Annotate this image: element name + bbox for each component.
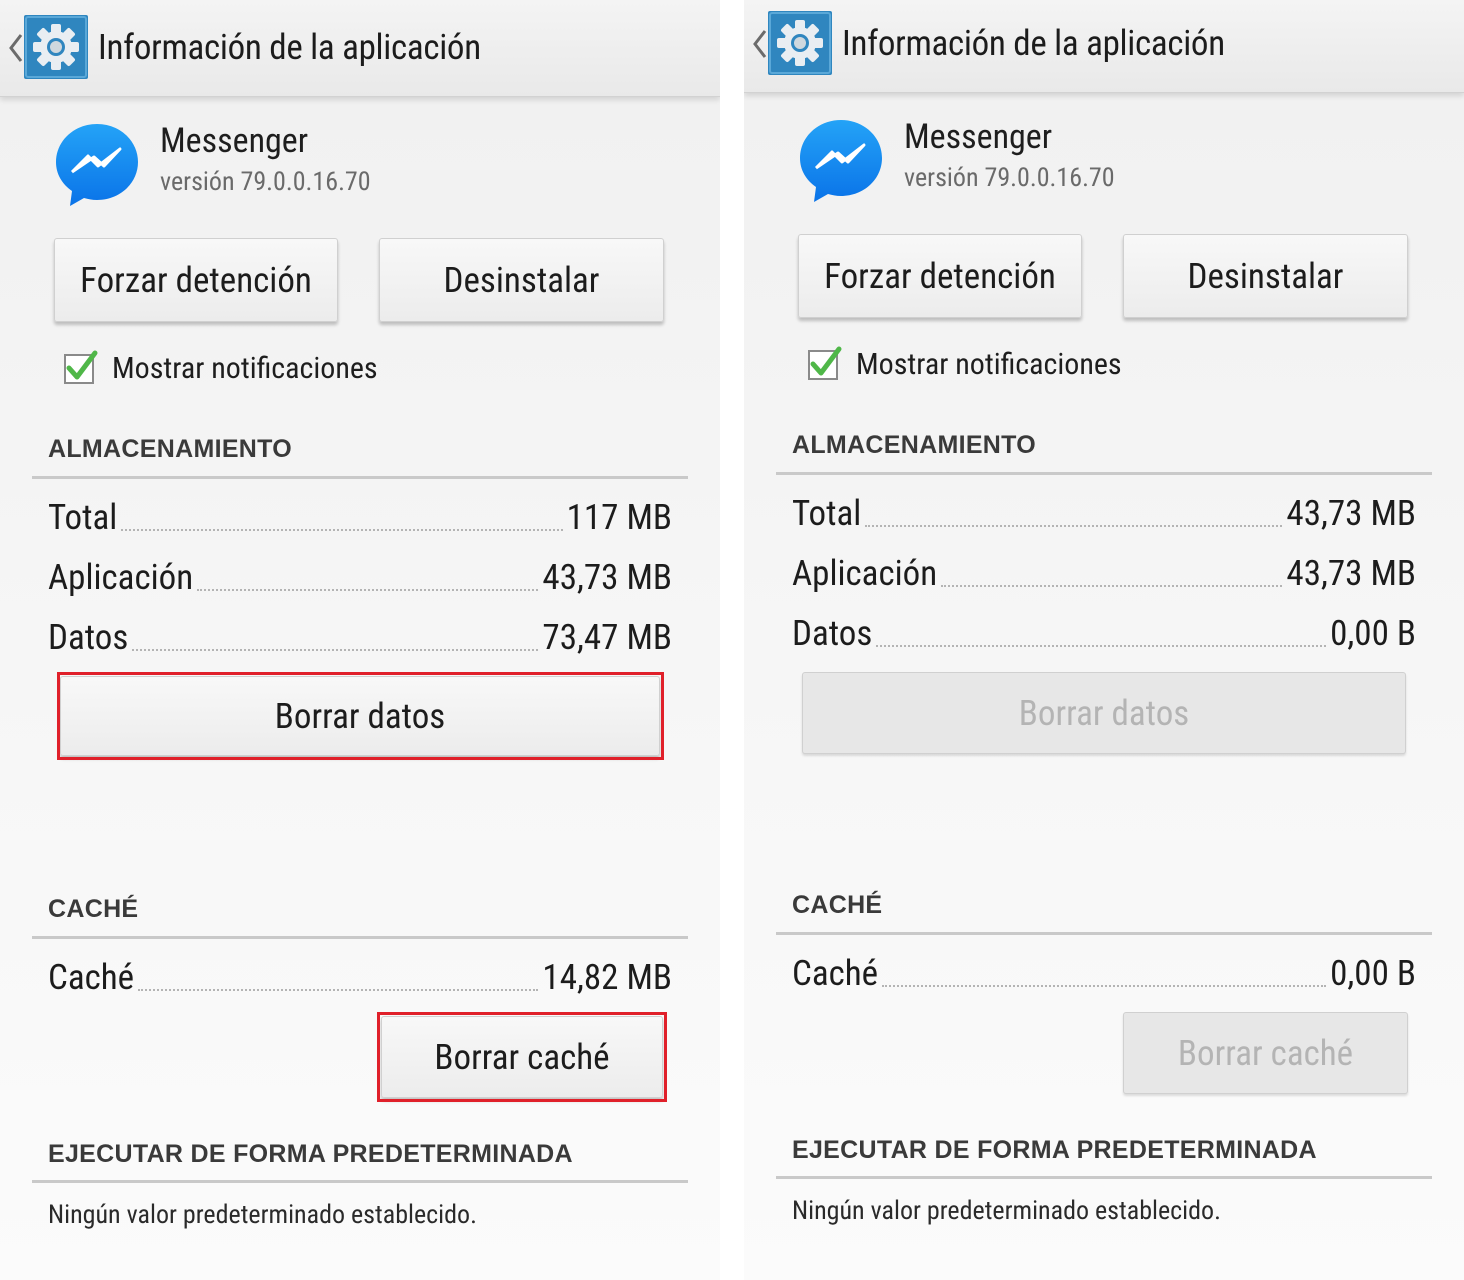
- row-label: Caché: [792, 953, 879, 994]
- clear-data-button[interactable]: Borrar datos: [802, 672, 1406, 754]
- row-label: Aplicación: [792, 553, 938, 594]
- highlight-frame: [377, 1012, 667, 1102]
- storage-divider: [32, 476, 688, 479]
- row-label: Datos: [48, 617, 129, 658]
- defaults-text: Ningún valor predeterminado establecido.: [48, 1200, 477, 1230]
- dotted-leader: [132, 649, 539, 651]
- cache-divider: [32, 936, 688, 939]
- storage-row-total: Total 117 MB: [48, 498, 672, 538]
- row-label: Caché: [48, 957, 135, 998]
- storage-row-data: Datos 73,47 MB: [48, 618, 672, 658]
- uninstall-button[interactable]: Desinstalar: [379, 238, 664, 322]
- row-value: 43,73 MB: [1286, 493, 1416, 534]
- cache-row: Caché 0,00 B: [792, 954, 1416, 994]
- dotted-leader: [941, 585, 1283, 587]
- row-label: Total: [48, 497, 118, 538]
- row-value: 117 MB: [566, 497, 672, 538]
- dotted-leader: [197, 589, 539, 591]
- row-value: 73,47 MB: [542, 617, 672, 658]
- row-label: Total: [792, 493, 862, 534]
- screen-after: Información de la aplicación Messenger v…: [744, 0, 1464, 1280]
- dotted-leader: [121, 529, 563, 531]
- highlight-frame: [57, 672, 664, 760]
- notifications-label: Mostrar notificaciones: [856, 347, 1122, 382]
- cache-row: Caché 14,82 MB: [48, 958, 672, 998]
- cache-divider: [776, 932, 1432, 935]
- storage-row-app: Aplicación 43,73 MB: [48, 558, 672, 598]
- storage-divider: [776, 472, 1432, 475]
- storage-header: ALMACENAMIENTO: [48, 435, 293, 463]
- storage-header: ALMACENAMIENTO: [792, 431, 1037, 459]
- uninstall-button[interactable]: Desinstalar: [1123, 234, 1408, 318]
- messenger-icon: [56, 124, 138, 206]
- defaults-text: Ningún valor predeterminado establecido.: [792, 1196, 1221, 1226]
- chevron-left-icon[interactable]: [750, 27, 770, 61]
- action-bar-title: Información de la aplicación: [842, 23, 1225, 64]
- row-value: 14,82 MB: [542, 957, 672, 998]
- notifications-checkbox[interactable]: [64, 350, 98, 384]
- cache-header: CACHÉ: [792, 891, 883, 919]
- defaults-divider: [776, 1176, 1432, 1179]
- force-stop-button[interactable]: Forzar detención: [54, 238, 338, 322]
- clear-cache-button[interactable]: Borrar caché: [1123, 1012, 1408, 1094]
- dotted-leader: [876, 645, 1327, 647]
- row-value: 0,00 B: [1330, 953, 1416, 994]
- app-name: Messenger: [904, 117, 1053, 157]
- dotted-leader: [865, 525, 1283, 527]
- row-value: 0,00 B: [1330, 613, 1416, 654]
- screen-before: Información de la aplicación Messenger v…: [0, 0, 720, 1280]
- row-value: 43,73 MB: [542, 557, 672, 598]
- dotted-leader: [882, 985, 1327, 987]
- app-name: Messenger: [160, 121, 309, 161]
- notifications-label: Mostrar notificaciones: [112, 351, 378, 386]
- storage-row-data: Datos 0,00 B: [792, 614, 1416, 654]
- row-value: 43,73 MB: [1286, 553, 1416, 594]
- dotted-leader: [138, 989, 539, 991]
- row-label: Aplicación: [48, 557, 194, 598]
- row-label: Datos: [792, 613, 873, 654]
- storage-row-total: Total 43,73 MB: [792, 494, 1416, 534]
- action-bar-title: Información de la aplicación: [98, 27, 481, 68]
- force-stop-button[interactable]: Forzar detención: [798, 234, 1082, 318]
- defaults-header: EJECUTAR DE FORMA PREDETERMINADA: [792, 1136, 1317, 1164]
- storage-row-app: Aplicación 43,73 MB: [792, 554, 1416, 594]
- defaults-divider: [32, 1180, 688, 1183]
- messenger-icon: [800, 120, 882, 202]
- chevron-left-icon[interactable]: [6, 31, 26, 65]
- action-bar: Información de la aplicación: [744, 0, 1464, 93]
- app-version: versión 79.0.0.16.70: [160, 167, 371, 197]
- settings-gear-icon[interactable]: [24, 15, 88, 79]
- settings-gear-icon[interactable]: [768, 11, 832, 75]
- cache-header: CACHÉ: [48, 895, 139, 923]
- defaults-header: EJECUTAR DE FORMA PREDETERMINADA: [48, 1140, 573, 1168]
- app-version: versión 79.0.0.16.70: [904, 163, 1115, 193]
- notifications-checkbox[interactable]: [808, 346, 842, 380]
- action-bar: Información de la aplicación: [0, 0, 720, 97]
